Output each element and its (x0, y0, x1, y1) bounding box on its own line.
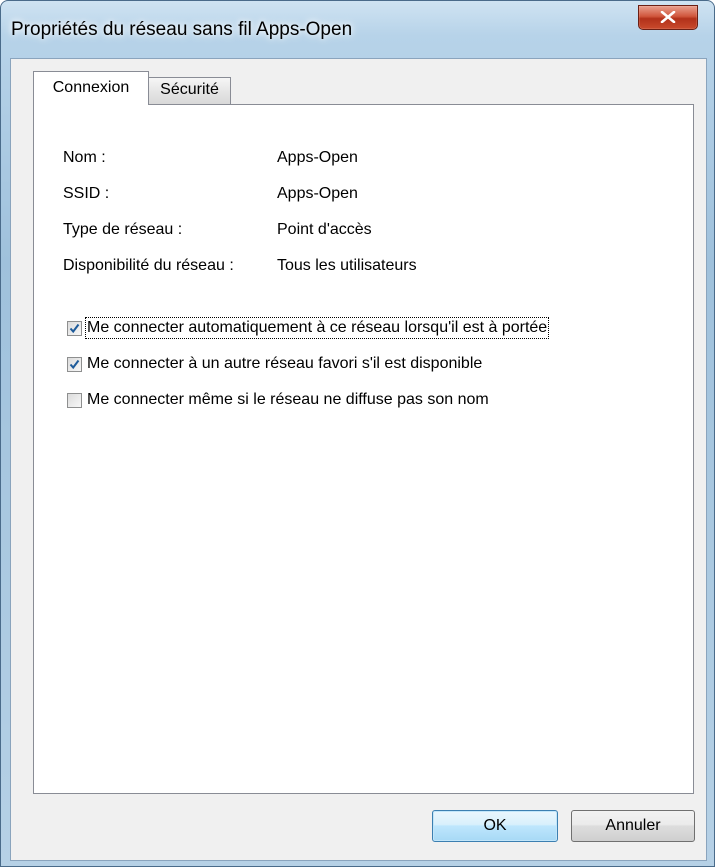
network-type-label: Type de réseau : (63, 221, 183, 238)
tab-panel-connexion: Nom : Apps-Open SSID : Apps-Open Type de… (33, 104, 694, 794)
hidden-network-label: Me connecter même si le réseau ne diffus… (87, 391, 489, 408)
favorite-network-label: Me connecter à un autre réseau favori s'… (87, 355, 483, 372)
name-label: Nom : (63, 149, 106, 166)
dialog-window: Propriétés du réseau sans fil Apps-Open … (0, 0, 715, 867)
tab-securite[interactable]: Sécurité (148, 77, 231, 104)
ssid-value: Apps-Open (277, 185, 358, 202)
tab-connexion[interactable]: Connexion (33, 71, 149, 105)
ssid-label: SSID : (63, 185, 110, 202)
checkmark-icon (69, 323, 80, 334)
favorite-network-checkbox[interactable] (67, 357, 82, 372)
hidden-network-checkbox[interactable] (67, 393, 82, 408)
title-bar[interactable]: Propriétés du réseau sans fil Apps-Open (1, 1, 714, 57)
network-type-value: Point d'accès (277, 221, 372, 238)
auto-connect-label: Me connecter automatiquement à ce réseau… (84, 317, 550, 339)
checkmark-icon (69, 359, 80, 370)
close-button[interactable] (638, 5, 698, 30)
name-value: Apps-Open (277, 149, 358, 166)
availability-value: Tous les utilisateurs (277, 257, 417, 274)
auto-connect-checkbox[interactable] (67, 321, 82, 336)
availability-label: Disponibilité du réseau : (63, 257, 234, 274)
dialog-body: Connexion Sécurité Nom : Apps-Open SSID … (10, 58, 707, 861)
window-title: Propriétés du réseau sans fil Apps-Open (11, 19, 353, 40)
cancel-button[interactable]: Annuler (571, 810, 695, 842)
ok-button[interactable]: OK (432, 810, 558, 842)
